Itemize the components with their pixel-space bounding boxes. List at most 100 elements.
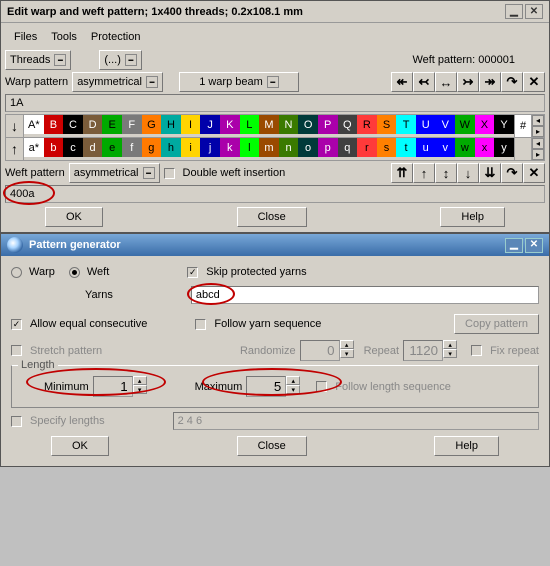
double-weft-checkbox[interactable] bbox=[164, 168, 175, 179]
yarn-swatch-O[interactable]: O bbox=[298, 115, 318, 134]
yarn-swatch-G[interactable]: G bbox=[142, 115, 162, 134]
yarn-swatch-K[interactable]: K bbox=[220, 115, 240, 134]
ok-button[interactable]: OK bbox=[51, 436, 109, 456]
yarn-swatch-X[interactable]: X bbox=[475, 115, 495, 134]
warp-beam-dropdown[interactable]: 1 warp beam ━ bbox=[179, 72, 299, 92]
close-icon[interactable]: ✕ bbox=[525, 238, 543, 253]
close-button[interactable]: Close bbox=[237, 436, 307, 456]
allow-equal-checkbox[interactable]: ✓ bbox=[11, 319, 22, 330]
help-button[interactable]: Help bbox=[440, 207, 505, 227]
yarn-swatch-N[interactable]: N bbox=[279, 115, 299, 134]
warp-input[interactable]: 1A bbox=[5, 94, 545, 112]
weft-arrow-btn-6[interactable]: ✕ bbox=[523, 163, 545, 183]
yarn-swatch-x[interactable]: x bbox=[475, 138, 495, 157]
yarn-swatch-s[interactable]: s bbox=[377, 138, 397, 157]
yarn-swatch-C[interactable]: C bbox=[63, 115, 83, 134]
hash-column[interactable]: # bbox=[514, 115, 532, 137]
yarn-swatch-k[interactable]: k bbox=[220, 138, 240, 157]
fix-repeat-checkbox[interactable] bbox=[471, 345, 482, 356]
weft-arrow-btn-5[interactable]: ↷ bbox=[501, 163, 523, 183]
yarns-input[interactable]: abcd bbox=[191, 286, 539, 304]
yarn-swatch-y[interactable]: y bbox=[494, 138, 514, 157]
menu-protection[interactable]: Protection bbox=[91, 31, 141, 43]
yarn-swatch-d[interactable]: d bbox=[83, 138, 103, 157]
yarn-swatch-t[interactable]: t bbox=[396, 138, 416, 157]
weft-arrow-btn-0[interactable]: ⇈ bbox=[391, 163, 413, 183]
weft-arrow-btn-4[interactable]: ⇊ bbox=[479, 163, 501, 183]
skip-protected-checkbox[interactable]: ✓ bbox=[187, 267, 198, 278]
stretch-checkbox[interactable] bbox=[11, 345, 22, 356]
warp-arrow-btn-6[interactable]: ✕ bbox=[523, 72, 545, 92]
paren-dropdown[interactable]: (...) ━ bbox=[99, 50, 142, 70]
yarn-swatch-astar[interactable]: a* bbox=[24, 138, 44, 157]
weft-pattern-dropdown[interactable]: asymmetrical ━ bbox=[69, 163, 160, 183]
yarn-swatch-V[interactable]: V bbox=[435, 115, 455, 134]
repeat-spinner[interactable]: ▴▾ bbox=[403, 340, 457, 361]
follow-yarn-checkbox[interactable] bbox=[195, 319, 206, 330]
yarn-swatch-g[interactable]: g bbox=[142, 138, 162, 157]
help-button[interactable]: Help bbox=[434, 436, 499, 456]
menu-tools[interactable]: Tools bbox=[51, 31, 77, 43]
yarn-swatch-I[interactable]: I bbox=[181, 115, 201, 134]
yarn-swatch-D[interactable]: D bbox=[83, 115, 103, 134]
yarn-swatch-B[interactable]: B bbox=[44, 115, 64, 134]
yarn-swatch-e[interactable]: e bbox=[102, 138, 122, 157]
yarn-swatch-w[interactable]: w bbox=[455, 138, 475, 157]
yarn-swatch-v[interactable]: v bbox=[435, 138, 455, 157]
yarn-swatch-Astar[interactable]: A* bbox=[24, 115, 44, 134]
yarn-swatch-m[interactable]: m bbox=[259, 138, 279, 157]
warp-pattern-dropdown[interactable]: asymmetrical ━ bbox=[72, 72, 163, 92]
copy-pattern-button[interactable]: Copy pattern bbox=[454, 314, 539, 334]
weft-arrow-btn-3[interactable]: ↓ bbox=[457, 163, 479, 183]
yarn-swatch-r[interactable]: r bbox=[357, 138, 377, 157]
warp-arrow-btn-1[interactable]: ↢ bbox=[413, 72, 435, 92]
menu-files[interactable]: Files bbox=[14, 31, 37, 43]
yarn-swatch-S[interactable]: S bbox=[377, 115, 397, 134]
yarn-swatch-o[interactable]: o bbox=[298, 138, 318, 157]
yarn-swatch-F[interactable]: F bbox=[122, 115, 142, 134]
scroll-arrows[interactable]: ◂▸ bbox=[532, 115, 544, 137]
specify-lengths-input[interactable]: 2 4 6 bbox=[173, 412, 539, 430]
follow-length-checkbox[interactable] bbox=[316, 381, 327, 392]
weft-input[interactable]: 400a bbox=[5, 185, 545, 203]
warp-arrow-btn-5[interactable]: ↷ bbox=[501, 72, 523, 92]
yarn-swatch-c[interactable]: c bbox=[63, 138, 83, 157]
yarn-swatch-i[interactable]: i bbox=[181, 138, 201, 157]
yarn-swatch-q[interactable]: q bbox=[338, 138, 358, 157]
yarn-swatch-L[interactable]: L bbox=[240, 115, 260, 134]
yarn-swatch-T[interactable]: T bbox=[396, 115, 416, 134]
minimum-spinner[interactable]: ▴▾ bbox=[93, 376, 147, 397]
yarn-swatch-P[interactable]: P bbox=[318, 115, 338, 134]
yarn-swatch-h[interactable]: h bbox=[161, 138, 181, 157]
yarn-swatch-Q[interactable]: Q bbox=[338, 115, 358, 134]
warp-arrow-btn-4[interactable]: ↠ bbox=[479, 72, 501, 92]
specify-lengths-checkbox[interactable] bbox=[11, 416, 22, 427]
yarn-swatch-H[interactable]: H bbox=[161, 115, 181, 134]
yarn-swatch-M[interactable]: M bbox=[259, 115, 279, 134]
yarn-swatch-u[interactable]: u bbox=[416, 138, 436, 157]
warp-arrow-btn-0[interactable]: ↞ bbox=[391, 72, 413, 92]
minimize-icon[interactable]: ▁ bbox=[505, 4, 523, 19]
yarn-swatch-Y[interactable]: Y bbox=[494, 115, 514, 134]
yarn-swatch-E[interactable]: E bbox=[102, 115, 122, 134]
warp-arrow-btn-2[interactable]: ↔ bbox=[435, 72, 457, 92]
yarn-swatch-p[interactable]: p bbox=[318, 138, 338, 157]
threads-dropdown[interactable]: Threads ━ bbox=[5, 50, 71, 70]
yarn-swatch-f[interactable]: f bbox=[122, 138, 142, 157]
up-arrow-icon[interactable]: ↑ bbox=[6, 138, 24, 160]
yarn-swatch-U[interactable]: U bbox=[416, 115, 436, 134]
yarn-swatch-J[interactable]: J bbox=[200, 115, 220, 134]
yarn-swatch-R[interactable]: R bbox=[357, 115, 377, 134]
warp-arrow-btn-3[interactable]: ↣ bbox=[457, 72, 479, 92]
weft-arrow-btn-2[interactable]: ↕ bbox=[435, 163, 457, 183]
down-arrow-icon[interactable]: ↓ bbox=[6, 115, 24, 137]
weft-arrow-btn-1[interactable]: ↑ bbox=[413, 163, 435, 183]
warp-radio[interactable] bbox=[11, 267, 22, 278]
yarn-swatch-n[interactable]: n bbox=[279, 138, 299, 157]
close-button[interactable]: Close bbox=[237, 207, 307, 227]
scroll-arrows[interactable]: ◂▸ bbox=[532, 138, 544, 160]
ok-button[interactable]: OK bbox=[45, 207, 103, 227]
randomize-spinner[interactable]: ▴▾ bbox=[300, 340, 354, 361]
close-icon[interactable]: ✕ bbox=[525, 4, 543, 19]
yarn-swatch-b[interactable]: b bbox=[44, 138, 64, 157]
